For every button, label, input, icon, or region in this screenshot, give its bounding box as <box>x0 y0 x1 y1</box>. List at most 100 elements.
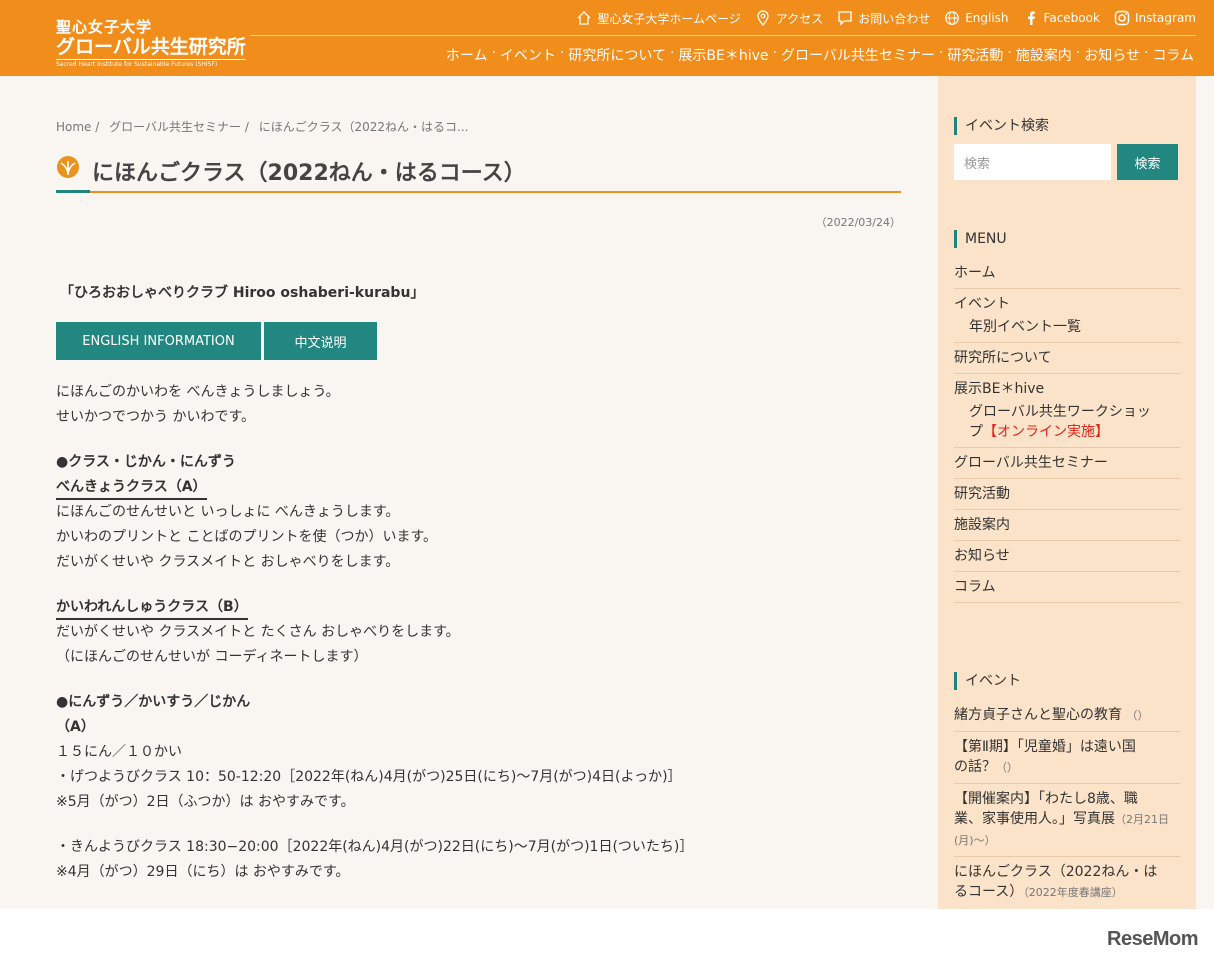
sidebar-item-event[interactable]: イベント 年別イベント一覧 <box>954 289 1180 343</box>
event-note: （） <box>1126 709 1149 722</box>
sidebar-item-seminar[interactable]: グローバル共生セミナー <box>954 448 1180 479</box>
top-link-english[interactable]: English <box>944 10 1009 26</box>
nav-separator: · <box>1143 45 1149 61</box>
logo-institute: グローバル共生研究所 <box>56 36 246 60</box>
sidebar-item-behive[interactable]: 展示BE＊hive グローバル共生ワークショッ プ【オンライン実施】 <box>954 374 1180 448</box>
logo-university: 聖心女子大学 <box>56 18 153 36</box>
class-a-heading: べんきょうクラス（A） <box>56 477 207 500</box>
sidebar-item-home[interactable]: ホーム <box>954 258 1180 289</box>
monday-class: ・げつようびクラス 10：50-12:20［2022年(ねん)4月(がつ)25日… <box>56 769 682 785</box>
top-link-label: English <box>965 11 1009 25</box>
breadcrumb: Home / グローバル共生セミナー / にほんごクラス（2022ねん・はるコ.… <box>56 118 474 135</box>
chinese-info-button[interactable]: 中文说明 <box>264 322 377 360</box>
event-title: 【開催案内】「わたし8歳、職 <box>954 791 1138 807</box>
nav-separator: · <box>1007 45 1012 61</box>
sidebar-item-label: 研究活動 <box>954 486 1010 502</box>
english-info-button[interactable]: ENGLISH INFORMATION <box>56 322 261 360</box>
leaf-icon <box>57 156 79 178</box>
class-b-heading: かいわれんしゅうクラス（B） <box>56 597 248 620</box>
top-link-label: Facebook <box>1043 11 1100 25</box>
events-title: イベント <box>954 672 1021 690</box>
event-item[interactable]: にほんごクラス（2022ねん・は るコース）（2022年度春講座） <box>954 857 1180 908</box>
sidebar-item-label: ホーム <box>954 265 996 281</box>
logo-part: Rese <box>1107 928 1153 950</box>
event-note: （2022年度春講座） <box>1023 886 1123 899</box>
top-link-access[interactable]: アクセス <box>755 10 823 27</box>
workshop-label: グローバル共生ワークショッ <box>969 404 1151 420</box>
event-search-button[interactable]: 検索 <box>1117 144 1178 180</box>
online-badge: 【オンライン実施】 <box>983 424 1109 440</box>
sidebar-item-column[interactable]: コラム <box>954 572 1180 603</box>
nav-separator: · <box>772 45 777 61</box>
nav-news[interactable]: お知らせ <box>1082 45 1142 65</box>
site-logo[interactable]: 聖心女子大学 グローバル共生研究所 Sacred Heart Institute… <box>56 18 246 69</box>
top-link-label: お問い合わせ <box>858 11 931 26</box>
nav-research[interactable]: 研究活動 <box>945 45 1005 65</box>
intro-line: にほんごのかいわを べんきょうしましょう。 <box>56 384 340 400</box>
sidebar-subitem-workshop[interactable]: グローバル共生ワークショッ プ【オンライン実施】 <box>954 399 1180 442</box>
breadcrumb-seminar[interactable]: グローバル共生セミナー <box>109 120 241 134</box>
top-link-instagram[interactable]: Instagram <box>1114 10 1196 26</box>
top-link-label: アクセス <box>775 11 824 26</box>
nav-home[interactable]: ホーム <box>444 45 490 65</box>
nav-facility[interactable]: 施設案内 <box>1014 45 1074 65</box>
friday-note: ※4月（がつ）29日（にち）は おやすみです。 <box>56 864 350 880</box>
event-title: 業、家事使用人。」写真展 <box>954 811 1115 827</box>
event-item[interactable]: 緒方貞子さんと聖心の教育 （） <box>954 700 1180 732</box>
class-b-line: （にほんごのせんせいが コーディネートします） <box>56 649 368 665</box>
nav-event[interactable]: イベント <box>498 45 558 65</box>
event-item[interactable]: 【開催案内】「わたし8歳、職 業、家事使用人。」写真展（2月21日(月)〜） <box>954 784 1180 857</box>
sidebar-item-label: イベント <box>954 296 1010 312</box>
page-title: にほんごクラス（2022ねん・はるコース） <box>92 161 526 186</box>
sidebar-subitem-yearly[interactable]: 年別イベント一覧 <box>954 314 1180 337</box>
class-b-line: だいがくせいや クラスメイトと たくさん おしゃべりをします。 <box>56 624 460 640</box>
class-a-count: １５にん／１０かい <box>56 744 182 760</box>
top-link-label: 聖心女子大学ホームページ <box>597 11 741 26</box>
top-link-homepage[interactable]: 聖心女子大学ホームページ <box>576 10 741 27</box>
sidebar-item-label: グローバル共生セミナー <box>954 455 1108 471</box>
event-note: （） <box>996 761 1018 774</box>
event-search-input[interactable]: 検索 <box>954 144 1111 180</box>
nav-column[interactable]: コラム <box>1150 45 1196 65</box>
nav-seminar[interactable]: グローバル共生セミナー <box>779 45 937 65</box>
sidebar-item-facility[interactable]: 施設案内 <box>954 510 1180 541</box>
intro-line: せいかつでつかう かいわです。 <box>56 409 256 425</box>
resemom-logo: ReseMom <box>1107 928 1198 951</box>
breadcrumb-home[interactable]: Home <box>56 120 91 134</box>
sidebar-item-label: 施設案内 <box>954 517 1010 533</box>
top-links: 聖心女子大学ホームページ アクセス お問い合わせ English Faceboo… <box>576 8 1196 28</box>
nav-separator: · <box>559 45 565 61</box>
top-link-facebook[interactable]: Facebook <box>1023 10 1100 26</box>
nav-about[interactable]: 研究所について <box>566 45 668 65</box>
main-nav: ホーム · イベント · 研究所について · 展示BE＊hive · グローバル… <box>444 45 1196 65</box>
nav-separator: · <box>491 45 496 61</box>
breadcrumb-separator: / <box>244 120 249 134</box>
logo-part: Mom <box>1152 928 1199 950</box>
sidebar-menu: ホーム イベント 年別イベント一覧 研究所について 展示BE＊hive グローバ… <box>954 258 1180 603</box>
event-list: 緒方貞子さんと聖心の教育 （） 【第Ⅱ期】「児童婚」は遠い国 の話？（） 【開催… <box>954 700 1180 908</box>
event-search-title: イベント検索 <box>954 117 1049 135</box>
sidebar-item-research[interactable]: 研究活動 <box>954 479 1180 510</box>
club-subtitle: 「ひろおおしゃべりクラブ Hiroo oshaberi-kurabu」 <box>60 285 425 301</box>
globe-icon <box>945 11 960 25</box>
instagram-icon <box>1114 10 1130 26</box>
event-item[interactable]: 【第Ⅱ期】「児童婚」は遠い国 の話？（） <box>954 732 1180 784</box>
nav-separator: · <box>1075 45 1081 61</box>
sidebar-item-about[interactable]: 研究所について <box>954 343 1180 374</box>
sidebar-item-news[interactable]: お知らせ <box>954 541 1180 572</box>
site-header: 聖心女子大学 グローバル共生研究所 Sacred Heart Institute… <box>0 0 1214 76</box>
top-link-contact[interactable]: お問い合わせ <box>837 10 930 27</box>
event-title: 緒方貞子さんと聖心の教育 <box>954 707 1122 723</box>
home-icon <box>577 11 591 25</box>
sidebar-item-label: コラム <box>954 579 996 595</box>
event-title: の話？ <box>954 759 996 775</box>
nav-behive[interactable]: 展示BE＊hive <box>676 45 770 65</box>
menu-title: MENU <box>954 230 1007 248</box>
sidebar-item-label: 研究所について <box>954 350 1052 366</box>
nav-separator: · <box>938 45 944 61</box>
monday-note: ※5月（がつ）2日（ふつか）は おやすみです。 <box>56 794 355 810</box>
chat-icon <box>838 11 852 26</box>
sidebar-item-label: 展示BE＊hive <box>954 381 1045 397</box>
section-heading: ●にんずう／かいすう／じかん <box>56 694 251 710</box>
class-a-line: にほんごのせんせいと いっしょに べんきょうします。 <box>56 504 400 520</box>
